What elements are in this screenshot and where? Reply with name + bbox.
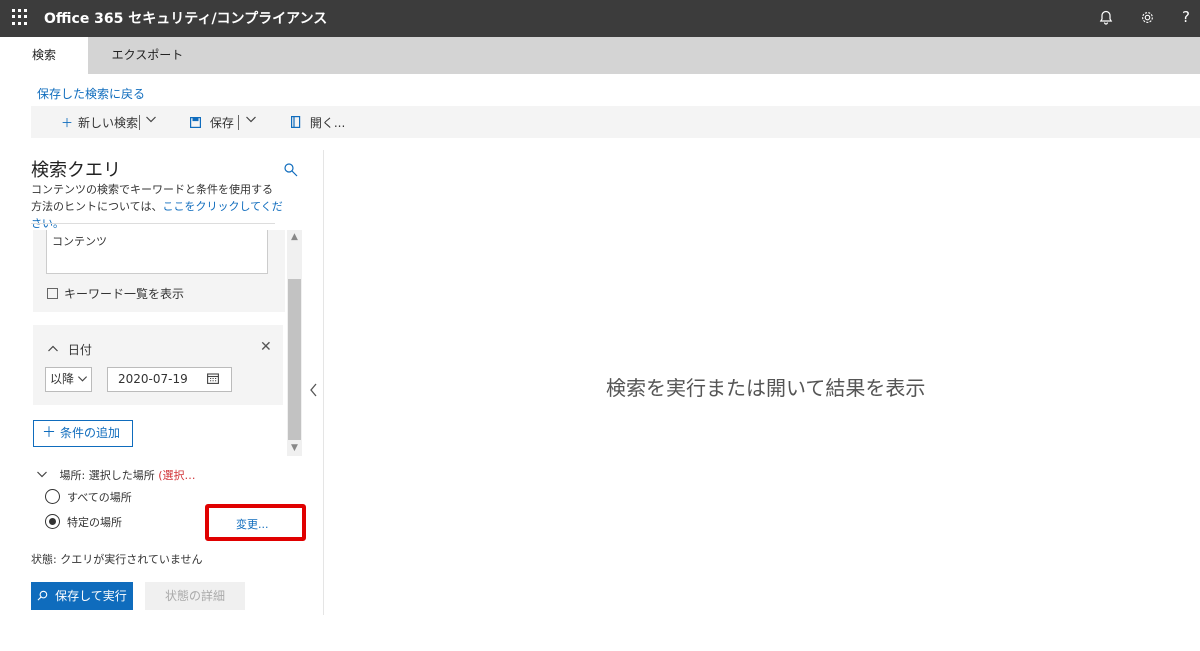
toolbar-separator bbox=[238, 115, 239, 130]
chevron-up-icon bbox=[47, 343, 63, 357]
conditions-scroll-area: コンテンツ キーワード一覧を表示 日付 ✕ 以降 2020-07-19 ＋ 条件… bbox=[31, 230, 303, 456]
search-icon bbox=[37, 589, 55, 603]
checkbox-icon bbox=[47, 288, 58, 299]
open-button[interactable]: 開く... bbox=[291, 114, 345, 131]
date-input[interactable]: 2020-07-19 bbox=[107, 367, 232, 392]
help-icon[interactable]: ? bbox=[1174, 5, 1198, 29]
chevron-down-icon bbox=[36, 469, 52, 482]
calendar-icon[interactable] bbox=[207, 368, 219, 391]
tab-search[interactable]: 検索 bbox=[0, 37, 88, 74]
keyword-card: コンテンツ キーワード一覧を表示 bbox=[33, 230, 285, 312]
command-toolbar: ＋新しい検索 保存 開く... bbox=[31, 106, 1200, 138]
gear-icon[interactable] bbox=[1135, 5, 1159, 29]
keyword-input[interactable]: コンテンツ bbox=[46, 230, 268, 274]
results-empty-message: 検索を実行または開いて結果を表示 bbox=[606, 376, 926, 400]
search-tips-icon[interactable] bbox=[283, 162, 299, 182]
scroll-up-icon[interactable]: ▲ bbox=[287, 230, 302, 245]
new-search-button[interactable]: ＋新しい検索 bbox=[61, 114, 138, 131]
pane-divider bbox=[323, 150, 324, 615]
save-and-run-button[interactable]: 保存して実行 bbox=[31, 582, 133, 610]
add-condition-button[interactable]: ＋条件の追加 bbox=[33, 420, 133, 447]
close-icon[interactable]: ✕ bbox=[260, 339, 272, 355]
scrollbar-thumb[interactable] bbox=[288, 279, 301, 440]
plus-icon: ＋ bbox=[42, 425, 56, 441]
plus-icon: ＋ bbox=[61, 116, 74, 130]
date-operator-select[interactable]: 以降 bbox=[45, 367, 92, 392]
back-to-saved-searches-link[interactable]: 保存した検索に戻る bbox=[37, 85, 145, 102]
show-keyword-list-checkbox[interactable]: キーワード一覧を表示 bbox=[47, 285, 184, 302]
bell-icon[interactable] bbox=[1094, 5, 1118, 29]
specific-locations-radio[interactable]: 特定の場所 bbox=[45, 514, 122, 530]
chevron-down-icon bbox=[77, 368, 88, 391]
date-condition-header[interactable]: 日付 bbox=[47, 341, 92, 358]
scroll-down-icon[interactable]: ▼ bbox=[287, 441, 302, 456]
radio-circle bbox=[45, 489, 60, 504]
open-book-icon bbox=[291, 116, 305, 130]
tab-bar: 検索 エクスポート bbox=[0, 37, 1200, 74]
date-condition-card: 日付 ✕ 以降 2020-07-19 bbox=[33, 325, 283, 405]
query-status: 状態: クエリが実行されていません bbox=[31, 553, 203, 566]
toolbar-separator bbox=[139, 115, 140, 130]
location-selection-summary: (選択… bbox=[158, 469, 196, 482]
new-search-chevron-down-icon[interactable] bbox=[145, 113, 157, 128]
app-title[interactable]: Office 365 セキュリティ/コンプライアンス bbox=[44, 8, 327, 28]
scrollbar[interactable]: ▲ ▼ bbox=[287, 230, 302, 456]
top-bar: Office 365 セキュリティ/コンプライアンス ? bbox=[0, 0, 1200, 37]
save-button[interactable]: 保存 bbox=[190, 114, 234, 131]
all-locations-radio[interactable]: すべての場所 bbox=[45, 489, 132, 505]
app-launcher-icon[interactable] bbox=[8, 6, 30, 28]
radio-circle-selected bbox=[45, 514, 60, 529]
collapse-pane-chevron-left-icon[interactable] bbox=[309, 382, 318, 402]
pane-title: 検索クエリ bbox=[31, 160, 121, 181]
location-header[interactable]: 場所: 選択した場所 (選択… bbox=[36, 467, 196, 483]
save-icon bbox=[190, 116, 205, 130]
status-details-button: 状態の詳細 bbox=[145, 582, 245, 610]
search-query-pane: 検索クエリ コンテンツの検索でキーワードと条件を使用する方法のヒントについては、… bbox=[31, 150, 323, 620]
change-locations-link[interactable]: 変更... bbox=[236, 516, 269, 532]
pane-description: コンテンツの検索でキーワードと条件を使用する方法のヒントについては、ここをクリッ… bbox=[31, 183, 283, 230]
tab-export[interactable]: エクスポート bbox=[100, 37, 195, 74]
divider bbox=[31, 223, 275, 224]
save-chevron-down-icon[interactable] bbox=[245, 113, 257, 128]
